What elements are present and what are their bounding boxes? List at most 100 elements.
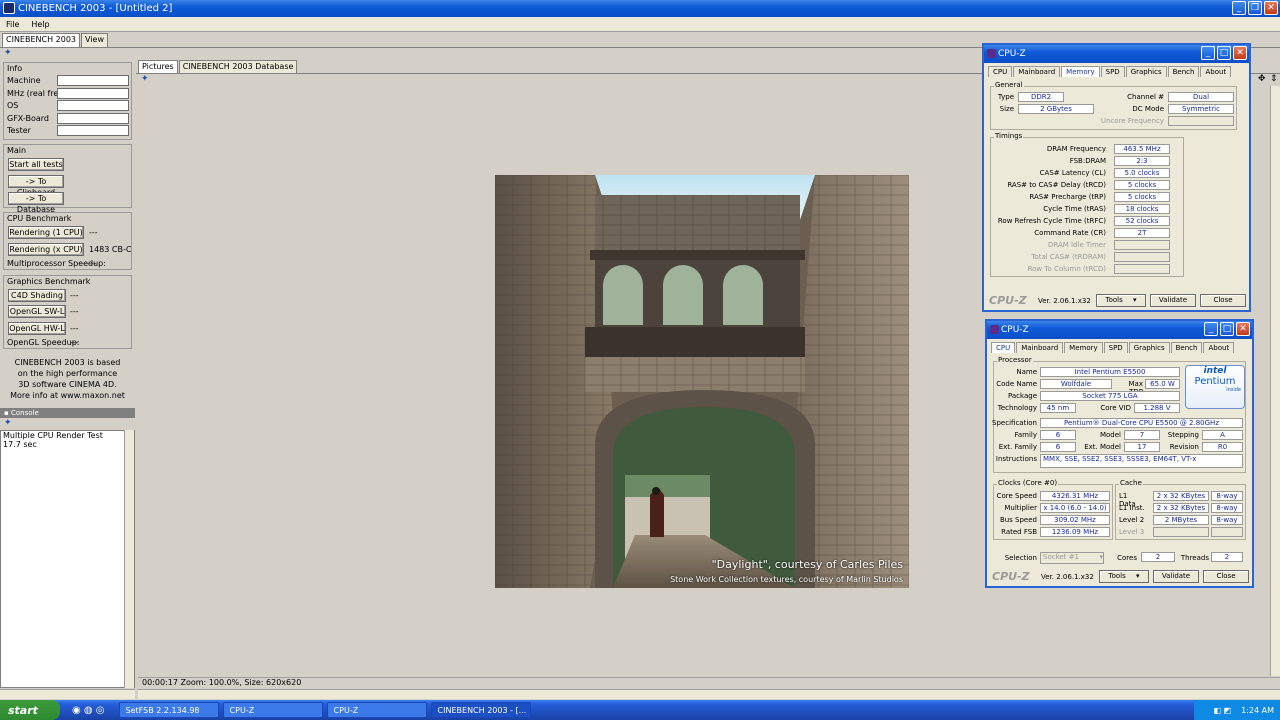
cpuz-memory-window[interactable]: CPU-Z _ □ ✕ CPU Mainboard Memory SPD Gra… (982, 43, 1251, 312)
quicklaunch-icons[interactable]: ◉ ◍ ◎ (72, 705, 105, 716)
tab-graphics[interactable]: Graphics (1125, 66, 1167, 77)
chevron-down-icon: ▾ (1132, 296, 1137, 304)
close-window-button[interactable]: Close (1203, 570, 1249, 583)
task-cpuz-2[interactable]: CPU-Z (326, 702, 427, 718)
start-all-tests-button[interactable]: Start all tests (8, 158, 64, 171)
timing-value: 5 clocks (1114, 192, 1170, 202)
uncore-value (1168, 116, 1234, 126)
console-scrollbar[interactable] (124, 430, 134, 688)
revision-label: Revision (1169, 443, 1199, 451)
tab-pictures[interactable]: Pictures (138, 60, 178, 74)
task-cpuz-1[interactable]: CPU-Z (222, 702, 323, 718)
package-label: Package (1007, 392, 1037, 400)
validate-button[interactable]: Validate (1150, 294, 1196, 307)
code-name-label: Code Name (996, 380, 1037, 388)
cores-label: Cores (1117, 554, 1137, 562)
version-label: Ver. 2.06.1.x32 (1041, 573, 1094, 581)
console-hscrollbar[interactable] (0, 689, 135, 699)
specification-value: Pentium® Dual-Core CPU E5500 @ 2.80GHz (1040, 418, 1243, 428)
cpuz-minimize-button[interactable]: _ (1204, 322, 1218, 336)
tab-spd[interactable]: SPD (1103, 342, 1128, 353)
tab-bench[interactable]: Bench (1167, 66, 1200, 77)
view-pin-icon[interactable]: ✦ (141, 74, 149, 84)
cpuz-maximize-button[interactable]: □ (1220, 322, 1234, 336)
about-line: More info at www.maxon.net (10, 391, 125, 400)
model-label: Model (1099, 431, 1121, 439)
rendering-xcpu-button[interactable]: Rendering (x CPU) (8, 243, 84, 256)
task-cinebench[interactable]: CINEBENCH 2003 - [... (430, 702, 531, 718)
cpuz-memory-titlebar[interactable]: CPU-Z _ □ ✕ (984, 45, 1249, 63)
opengl-hwl-button[interactable]: OpenGL HW-L (8, 322, 66, 335)
cpuz-close-button[interactable]: ✕ (1236, 322, 1250, 336)
cpuz-minimize-button[interactable]: _ (1201, 46, 1215, 60)
start-button[interactable]: start (0, 700, 60, 720)
tab-mainboard[interactable]: Mainboard (1013, 66, 1061, 77)
tab-spd[interactable]: SPD (1100, 66, 1125, 77)
console-header[interactable]: ▪ Console (0, 408, 135, 418)
l1-data-value: 2 x 32 KBytes (1153, 491, 1209, 501)
revision-value: R0 (1202, 442, 1243, 452)
console-pin-icon[interactable]: ✦ (4, 418, 12, 428)
tab-graphics[interactable]: Graphics (1128, 342, 1170, 353)
tab-cpu[interactable]: CPU (991, 342, 1016, 353)
console-line: 17.7 sec (3, 440, 37, 449)
tray-icons[interactable]: ◧ ◩ (1213, 706, 1231, 715)
tab-mainboard[interactable]: Mainboard (1016, 342, 1064, 353)
console-output[interactable]: Multiple CPU Render Test 17.7 sec (0, 430, 135, 688)
tab-cpu[interactable]: CPU (988, 66, 1013, 77)
tools-button[interactable]: Tools ▾ (1099, 570, 1149, 583)
tester-field[interactable] (57, 125, 129, 136)
clock[interactable]: 1:24 AM (1241, 706, 1274, 715)
mhz-field[interactable] (57, 88, 129, 99)
timing-label: RAS# to CAS# Delay (tRCD) (1007, 181, 1106, 189)
render-caption-credit: Stone Work Collection textures, courtesy… (670, 575, 903, 584)
opengl-swl-button[interactable]: OpenGL SW-L (8, 305, 66, 318)
validate-button[interactable]: Validate (1153, 570, 1199, 583)
tab-cinebench[interactable]: CINEBENCH 2003 (2, 33, 81, 47)
tab-memory[interactable]: Memory (1064, 342, 1103, 353)
cpuz-cpu-window[interactable]: CPU-Z _ □ ✕ CPU Mainboard Memory SPD Gra… (985, 319, 1254, 588)
close-button[interactable]: ✕ (1264, 1, 1278, 15)
tools-button[interactable]: Tools ▾ (1096, 294, 1146, 307)
tab-database[interactable]: CINEBENCH 2003 Database (178, 60, 298, 74)
cpuz-cpu-titlebar[interactable]: CPU-Z _ □ ✕ (987, 321, 1252, 339)
view-vscrollbar[interactable] (1270, 86, 1280, 676)
pin-icon[interactable]: ✦ (4, 48, 12, 58)
expand-icon[interactable]: ⇕ (1270, 74, 1278, 84)
close-window-button[interactable]: Close (1200, 294, 1246, 307)
opengl-speedup-label: OpenGL Speedup: (7, 338, 80, 347)
rendering-1cpu-button[interactable]: Rendering (1 CPU) (8, 226, 84, 239)
task-setfsb[interactable]: SetFSB 2.2.134.98 (118, 702, 219, 718)
view-hscrollbar[interactable] (138, 689, 1280, 699)
move-icon[interactable]: ✥ (1258, 74, 1266, 84)
cpuz-close-button[interactable]: ✕ (1233, 46, 1247, 60)
menu-file[interactable]: File (0, 20, 25, 29)
machine-field[interactable] (57, 75, 129, 86)
main-titlebar[interactable]: CINEBENCH 2003 - [Untitled 2] _ ❐ ✕ (0, 0, 1280, 17)
rated-fsb-label: Rated FSB (1001, 528, 1037, 536)
view-tabs: Pictures CINEBENCH 2003 Database (138, 60, 298, 74)
timing-label: FSB:DRAM (1069, 157, 1106, 165)
tab-bench[interactable]: Bench (1170, 342, 1203, 353)
selection-dropdown[interactable]: Socket #1 ▾ (1040, 552, 1104, 564)
specification-label: Specification (992, 419, 1037, 427)
tab-memory[interactable]: Memory (1061, 66, 1100, 77)
l1-data-ways: 8-way (1211, 491, 1243, 501)
to-clipboard-button[interactable]: -> To Clipboard (8, 175, 64, 197)
os-field[interactable] (57, 100, 129, 111)
dc-mode-label: DC Mode (1132, 105, 1164, 113)
menu-help[interactable]: Help (25, 20, 55, 29)
chevron-down-icon: ▾ (1135, 572, 1140, 580)
cpuz-maximize-button[interactable]: □ (1217, 46, 1231, 60)
minimize-button[interactable]: _ (1232, 1, 1246, 15)
tab-about[interactable]: About (1200, 66, 1232, 77)
restore-button[interactable]: ❐ (1248, 1, 1262, 15)
l1-inst-value: 2 x 32 KBytes (1153, 503, 1209, 513)
tab-view[interactable]: View (81, 33, 108, 47)
gfx-board-field[interactable] (57, 113, 129, 124)
to-database-button[interactable]: -> To Database (8, 192, 64, 214)
c4d-shading-button[interactable]: C4D Shading (8, 289, 66, 302)
about-line: CINEBENCH 2003 is based (14, 358, 121, 367)
tab-about[interactable]: About (1203, 342, 1235, 353)
level3-label: Level 3 (1119, 528, 1145, 536)
